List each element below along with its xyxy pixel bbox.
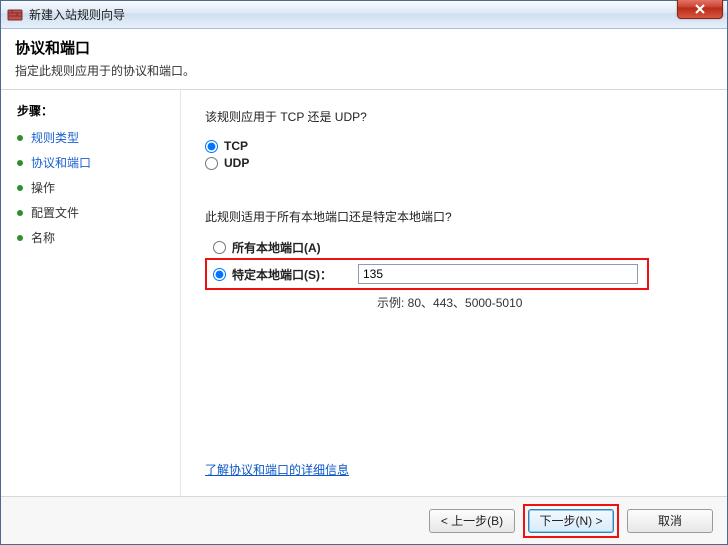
bullet-icon bbox=[17, 135, 23, 141]
sidebar-item-label: 名称 bbox=[31, 229, 55, 246]
sidebar-item-name[interactable]: 名称 bbox=[17, 229, 170, 246]
radio-all-ports-row: 所有本地端口(A) bbox=[213, 239, 703, 256]
specific-ports-highlight: 特定本地端口(S)： bbox=[205, 258, 649, 290]
wizard-footer: < 上一步(B) 下一步(N) > 取消 bbox=[1, 496, 727, 544]
steps-heading: 步骤： bbox=[17, 102, 170, 119]
bullet-icon bbox=[17, 185, 23, 191]
all-ports-label[interactable]: 所有本地端口(A) bbox=[232, 239, 321, 256]
steps-sidebar: 步骤： 规则类型 协议和端口 操作 配置文件 名称 bbox=[1, 90, 181, 496]
window-title: 新建入站规则向导 bbox=[29, 6, 125, 23]
sidebar-item-label: 协议和端口 bbox=[31, 154, 91, 171]
sidebar-item-rule-type[interactable]: 规则类型 bbox=[17, 129, 170, 146]
next-button-highlight: 下一步(N) > bbox=[523, 504, 619, 538]
close-icon bbox=[695, 4, 705, 14]
more-info-link[interactable]: 了解协议和端口的详细信息 bbox=[205, 461, 349, 478]
port-options: 所有本地端口(A) 特定本地端口(S)： 示例: 80、443、5000-501… bbox=[205, 239, 703, 311]
firewall-icon bbox=[7, 7, 23, 23]
back-button[interactable]: < 上一步(B) bbox=[429, 509, 515, 533]
tcp-radio[interactable] bbox=[205, 140, 218, 153]
radio-tcp-row: TCP bbox=[205, 139, 703, 153]
titlebar: 新建入站规则向导 bbox=[1, 1, 727, 29]
tcp-label[interactable]: TCP bbox=[224, 139, 248, 153]
page-title: 协议和端口 bbox=[15, 37, 713, 58]
sidebar-item-label: 操作 bbox=[31, 179, 55, 196]
radio-udp-row: UDP bbox=[205, 156, 703, 170]
port-question: 此规则适用于所有本地端口还是特定本地端口? bbox=[205, 208, 703, 225]
specific-ports-label[interactable]: 特定本地端口(S)： bbox=[232, 266, 332, 283]
sidebar-item-profile[interactable]: 配置文件 bbox=[17, 204, 170, 221]
bullet-icon bbox=[17, 235, 23, 241]
close-button[interactable] bbox=[677, 0, 723, 19]
sidebar-item-protocol-port[interactable]: 协议和端口 bbox=[17, 154, 170, 171]
sidebar-item-label: 规则类型 bbox=[31, 129, 79, 146]
sidebar-item-label: 配置文件 bbox=[31, 204, 79, 221]
port-example: 示例: 80、443、5000-5010 bbox=[377, 294, 703, 311]
page-subtitle: 指定此规则应用于的协议和端口。 bbox=[15, 62, 713, 79]
wizard-body: 步骤： 规则类型 协议和端口 操作 配置文件 名称 该规 bbox=[1, 90, 727, 496]
content-pane: 该规则应用于 TCP 还是 UDP? TCP UDP 此规则适用于所有本地端口还… bbox=[181, 90, 727, 496]
sidebar-item-action[interactable]: 操作 bbox=[17, 179, 170, 196]
all-ports-radio[interactable] bbox=[213, 241, 226, 254]
specific-ports-radio[interactable] bbox=[213, 268, 226, 281]
wizard-window: 新建入站规则向导 协议和端口 指定此规则应用于的协议和端口。 步骤： 规则类型 … bbox=[0, 0, 728, 545]
protocol-question: 该规则应用于 TCP 还是 UDP? bbox=[205, 108, 703, 125]
port-input[interactable] bbox=[358, 264, 638, 284]
port-section: 此规则适用于所有本地端口还是特定本地端口? 所有本地端口(A) 特定本地端口(S… bbox=[205, 208, 703, 311]
bullet-icon bbox=[17, 160, 23, 166]
next-button[interactable]: 下一步(N) > bbox=[528, 509, 614, 533]
radio-specific-ports-row: 特定本地端口(S)： bbox=[213, 266, 332, 283]
udp-label[interactable]: UDP bbox=[224, 156, 249, 170]
udp-radio[interactable] bbox=[205, 157, 218, 170]
wizard-header: 协议和端口 指定此规则应用于的协议和端口。 bbox=[1, 29, 727, 90]
cancel-button[interactable]: 取消 bbox=[627, 509, 713, 533]
bullet-icon bbox=[17, 210, 23, 216]
